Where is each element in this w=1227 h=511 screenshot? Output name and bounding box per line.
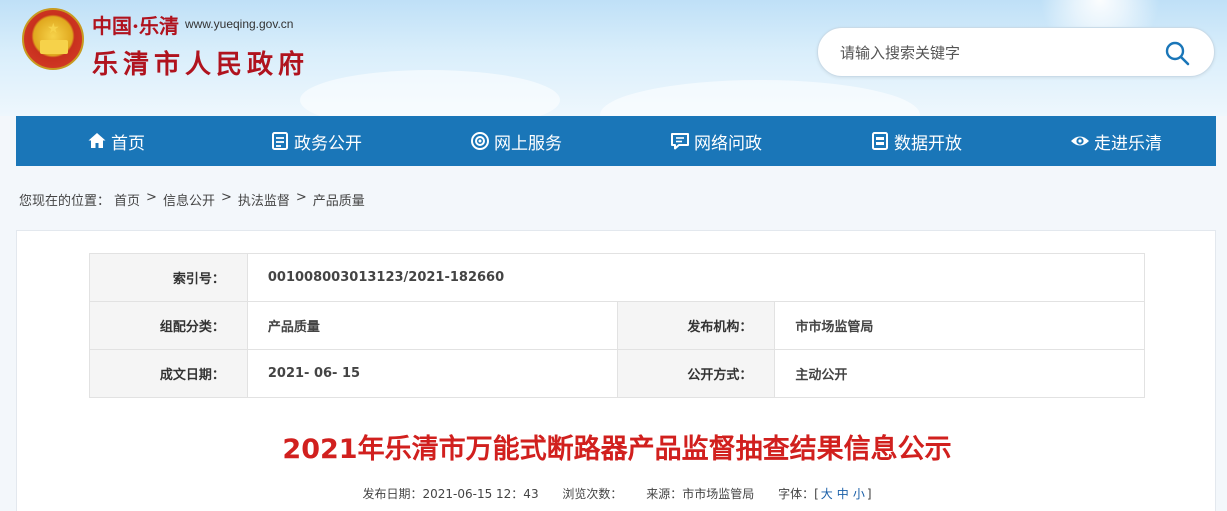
logo-top-text: 中国·乐清 xyxy=(92,13,179,38)
breadcrumb-item-home[interactable]: 首页 xyxy=(114,190,140,209)
font-size-label: 字体：[ xyxy=(778,487,819,501)
nav-item-open-data[interactable]: 数据开放 xyxy=(816,116,1016,166)
table-row: 索引号： 001008003013123/2021-182660 xyxy=(89,253,1146,302)
search-icon[interactable] xyxy=(1163,39,1191,67)
date-value: 2021- 06- 15 xyxy=(246,349,618,398)
index-value: 001008003013123/2021-182660 xyxy=(246,253,1146,302)
font-size-small[interactable]: 小 xyxy=(853,487,865,501)
method-label: 公开方式： xyxy=(616,349,776,398)
home-icon xyxy=(88,133,106,148)
eye-icon xyxy=(1071,136,1089,146)
category-label: 组配分类： xyxy=(89,301,248,350)
nav-item-home[interactable]: 首页 xyxy=(16,116,216,166)
breadcrumb-item-product-quality[interactable]: 产品质量 xyxy=(313,190,365,209)
nav-item-about-yueqing[interactable]: 走进乐清 xyxy=(1016,116,1216,166)
breadcrumb: 您现在的位置： 首页 > 信息公开 > 执法监督 > 产品质量 xyxy=(19,190,365,209)
chat-icon xyxy=(671,133,689,150)
logo-top[interactable]: 中国·乐清 www.yueqing.gov.cn xyxy=(92,10,293,38)
view-count: 浏览次数： xyxy=(562,487,623,501)
table-row: 成文日期： 2021- 06- 15 公开方式： 主动公开 xyxy=(89,349,1145,398)
nav-label: 走进乐清 xyxy=(1094,133,1162,154)
national-emblem-icon: ★ xyxy=(22,8,84,70)
date-label: 成文日期： xyxy=(89,349,248,398)
nav-label: 数据开放 xyxy=(894,133,962,154)
breadcrumb-item-enforcement[interactable]: 执法监督 xyxy=(238,190,290,209)
category-value: 产品质量 xyxy=(246,301,618,350)
nav-label: 首页 xyxy=(111,133,145,154)
breadcrumb-separator: > xyxy=(295,190,307,205)
breadcrumb-separator: > xyxy=(220,190,232,205)
article-title: 2021年乐清市万能式断路器产品监督抽查结果信息公示 xyxy=(282,434,952,465)
site-name[interactable]: 乐清市人民政府 xyxy=(92,44,309,81)
logo-url: www.yueqing.gov.cn xyxy=(184,17,294,31)
font-size-large[interactable]: 大 xyxy=(821,487,833,501)
breadcrumb-separator: > xyxy=(146,190,157,205)
content-panel: 索引号： 001008003013123/2021-182660 组配分类： 产… xyxy=(16,230,1216,511)
article-source: 来源：市市场监管局 xyxy=(646,487,755,501)
publisher-label: 发布机构： xyxy=(616,301,776,350)
service-icon xyxy=(471,132,489,150)
article-info: 发布日期：2021-06-15 12：43 浏览次数： 来源：市市场监管局 字体… xyxy=(17,485,1217,502)
nav-label: 网络问政 xyxy=(694,133,762,154)
header-cloud-decoration xyxy=(300,70,560,116)
index-label: 索引号： xyxy=(89,253,248,302)
site-header: ★ 中国·乐清 www.yueqing.gov.cn 乐清市人民政府 xyxy=(0,0,1227,116)
search-box xyxy=(817,27,1215,77)
table-row: 组配分类： 产品质量 发布机构： 市市场监管局 xyxy=(89,301,1145,350)
data-icon xyxy=(872,132,888,150)
publisher-value: 市市场监管局 xyxy=(774,301,1145,350)
nav-label: 网上服务 xyxy=(494,133,562,154)
nav-item-online-inquiry[interactable]: 网络问政 xyxy=(616,116,816,166)
metadata-table: 索引号： 001008003013123/2021-182660 组配分类： 产… xyxy=(89,253,1146,398)
font-size-switcher: 字体：[大中小] xyxy=(778,487,871,501)
header-cloud-decoration xyxy=(600,80,920,116)
nav-item-online-service[interactable]: 网上服务 xyxy=(416,116,616,166)
main-nav: 首页 政务公开 网上服务 网络问政 数据开放 走进乐清 xyxy=(16,116,1216,166)
nav-label: 政务公开 xyxy=(294,133,362,154)
search-input[interactable] xyxy=(840,40,1140,66)
publish-date: 发布日期：2021-06-15 12：43 xyxy=(362,487,539,501)
nav-item-government-affairs[interactable]: 政务公开 xyxy=(216,116,416,166)
font-size-close: ] xyxy=(866,487,872,501)
document-icon xyxy=(272,132,288,150)
breadcrumb-prefix: 您现在的位置： xyxy=(19,194,111,209)
font-size-medium[interactable]: 中 xyxy=(837,487,849,501)
breadcrumb-item-info[interactable]: 信息公开 xyxy=(163,190,215,209)
method-value: 主动公开 xyxy=(774,349,1145,398)
